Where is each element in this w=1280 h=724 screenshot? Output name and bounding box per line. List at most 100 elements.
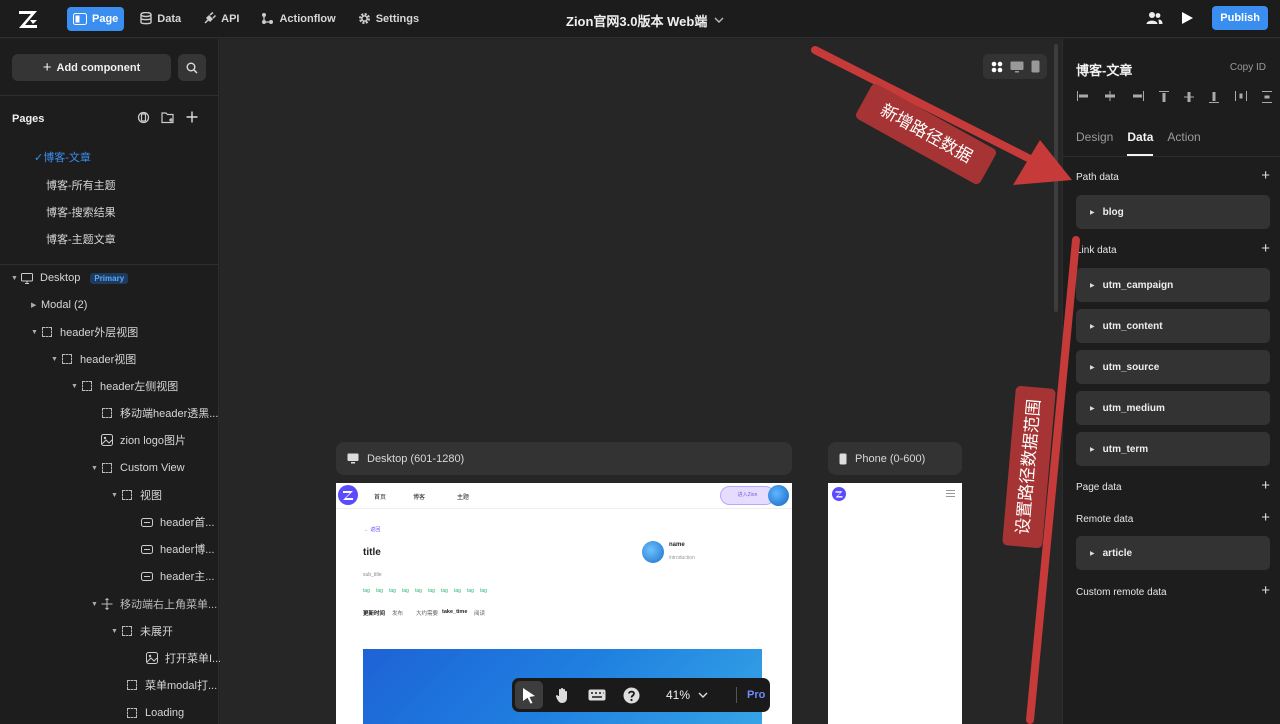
device-switcher[interactable] xyxy=(983,54,1047,79)
view-icon xyxy=(126,679,138,691)
divider xyxy=(0,95,219,96)
preview-tag: tag xyxy=(480,588,487,594)
add-component-label: Add component xyxy=(56,61,141,74)
view-icon xyxy=(101,407,113,419)
tree-node-header-left[interactable]: ▼ header左侧视图 xyxy=(71,376,178,396)
tree-node-custom-view[interactable]: ▼ Custom View xyxy=(91,458,185,478)
tree-node-label: 移动端header透黑... xyxy=(120,408,219,420)
align-center-v-icon[interactable] xyxy=(1184,91,1195,103)
align-right-icon[interactable] xyxy=(1132,91,1144,101)
desktop-icon[interactable] xyxy=(1010,61,1024,73)
tab-action[interactable]: Action xyxy=(1167,130,1200,156)
align-bottom-icon[interactable] xyxy=(1209,91,1220,103)
add-folder-icon[interactable] xyxy=(161,111,175,124)
help-tool[interactable] xyxy=(617,681,645,709)
tree-node-header-topic[interactable]: header主... xyxy=(141,566,214,586)
tree-node-header-blog[interactable]: header博... xyxy=(141,539,214,559)
phone-icon[interactable] xyxy=(1031,60,1040,73)
remote-data-item-article[interactable]: ▶ article xyxy=(1076,536,1270,570)
link-data-item-utm-term[interactable]: ▶ utm_term xyxy=(1076,432,1270,466)
search-button[interactable] xyxy=(178,54,206,81)
move-icon xyxy=(101,598,113,610)
distribute-v-icon[interactable] xyxy=(1261,91,1272,103)
button-icon xyxy=(141,543,153,555)
preview-tag: tag xyxy=(363,588,370,594)
chevron-down-icon xyxy=(714,17,724,23)
phone-preview-frame[interactable] xyxy=(828,483,962,724)
grid-icon[interactable] xyxy=(991,61,1003,73)
chevron-down-icon xyxy=(698,692,708,698)
tree-node-mobile-header[interactable]: 移动端header透黑... xyxy=(101,403,218,423)
preview-meta-time: take_time xyxy=(442,609,468,615)
copy-id-button[interactable]: Copy ID xyxy=(1230,62,1266,73)
tree-node-label: Loading xyxy=(145,707,185,719)
add-link-data-button[interactable]: + xyxy=(1261,241,1270,256)
zoom-dropdown[interactable]: 41% xyxy=(666,688,708,702)
link-data-item-utm-medium[interactable]: ▶ utm_medium xyxy=(1076,391,1270,425)
add-custom-remote-data-button[interactable]: + xyxy=(1261,583,1270,598)
publish-button[interactable]: Publish xyxy=(1212,6,1268,30)
view-icon xyxy=(81,380,93,392)
nav-data[interactable]: Data xyxy=(134,7,187,31)
nav-page[interactable]: Page xyxy=(67,6,125,31)
tree-node-collapsed[interactable]: ▼ 未展开 xyxy=(111,621,173,641)
phone-frame-label[interactable]: Phone (0-600) xyxy=(828,442,962,475)
tree-node-header-view[interactable]: ▼ header视图 xyxy=(51,349,136,369)
caret-down-icon: ▼ xyxy=(51,355,58,363)
inspector-tabs: Design Data Action xyxy=(1076,130,1215,156)
tree-node-header-home[interactable]: header首... xyxy=(141,512,214,532)
caret-down-icon: ▼ xyxy=(91,600,98,608)
align-center-h-icon[interactable] xyxy=(1104,91,1116,101)
pro-badge[interactable]: Pro xyxy=(747,689,765,701)
view-icon xyxy=(61,353,73,365)
page-item-blog-topic-articles[interactable]: 博客-主题文章 xyxy=(46,231,116,247)
path-data-item-blog[interactable]: ▶ blog xyxy=(1076,195,1270,229)
tree-node-open-menu[interactable]: 打开菜单I... xyxy=(146,648,221,668)
play-preview-icon[interactable] xyxy=(1181,11,1194,25)
align-top-icon[interactable] xyxy=(1158,91,1169,103)
page-item-blog-search[interactable]: 博客-搜索结果 xyxy=(46,204,116,220)
tree-node-menu-modal[interactable]: 菜单modal打... xyxy=(126,675,217,695)
link-data-item-utm-campaign[interactable]: ▶ utm_campaign xyxy=(1076,268,1270,302)
add-component-button[interactable]: + Add component xyxy=(12,54,171,81)
link-data-item-utm-content[interactable]: ▶ utm_content xyxy=(1076,309,1270,343)
add-page-icon[interactable] xyxy=(186,111,198,124)
page-item-blog-article[interactable]: ✓博客-文章 xyxy=(34,149,91,165)
zion-logo-icon[interactable] xyxy=(15,6,41,32)
tab-data[interactable]: Data xyxy=(1127,130,1154,156)
add-remote-data-button[interactable]: + xyxy=(1261,510,1270,525)
keyboard-tool[interactable] xyxy=(583,681,611,709)
distribute-h-icon[interactable] xyxy=(1234,91,1247,101)
hand-tool[interactable] xyxy=(549,681,577,709)
align-left-icon[interactable] xyxy=(1077,91,1089,101)
tab-design[interactable]: Design xyxy=(1076,130,1113,156)
caret-right-icon: ▶ xyxy=(1090,209,1095,216)
desktop-frame-label[interactable]: Desktop (601-1280) xyxy=(336,442,792,475)
select-tool[interactable] xyxy=(515,681,543,709)
pointer-icon xyxy=(523,687,535,703)
tree-node-loading[interactable]: Loading xyxy=(126,703,184,723)
canvas-scrollbar[interactable] xyxy=(1054,44,1058,312)
nav-settings-label: Settings xyxy=(375,12,420,25)
plus-icon: + xyxy=(42,59,52,76)
tree-node-header-outer[interactable]: ▼ header外层视图 xyxy=(31,322,138,342)
preview-meta-need: 大约需要 xyxy=(416,611,439,617)
page-settings-icon[interactable] xyxy=(137,111,150,124)
tree-node-modal[interactable]: ▶ Modal (2) xyxy=(31,295,87,315)
link-data-item-utm-source[interactable]: ▶ utm_source xyxy=(1076,350,1270,384)
tree-node-label: 菜单modal打... xyxy=(145,680,218,692)
tree-node-view[interactable]: ▼ 视图 xyxy=(111,485,162,505)
add-path-data-button[interactable]: + xyxy=(1261,168,1270,183)
tree-node-mobile-menu[interactable]: ▼ 移动端右上角菜单... xyxy=(91,594,217,614)
nav-settings[interactable]: Settings xyxy=(352,7,425,31)
nav-actionflow[interactable]: Actionflow xyxy=(255,7,341,31)
add-page-data-button[interactable]: + xyxy=(1261,478,1270,493)
divider xyxy=(0,264,219,265)
preview-tag: tag xyxy=(441,588,448,594)
page-item-blog-topics[interactable]: 博客-所有主题 xyxy=(46,177,116,193)
tree-node-zion-logo[interactable]: zion logo图片 xyxy=(101,430,186,450)
tree-node-desktop[interactable]: ▼ Desktop Primary xyxy=(11,268,129,288)
collaborators-icon[interactable] xyxy=(1146,11,1163,25)
project-title-dropdown[interactable]: Zion官网3.0版本 Web端 xyxy=(566,11,724,30)
nav-api[interactable]: API xyxy=(197,7,245,31)
